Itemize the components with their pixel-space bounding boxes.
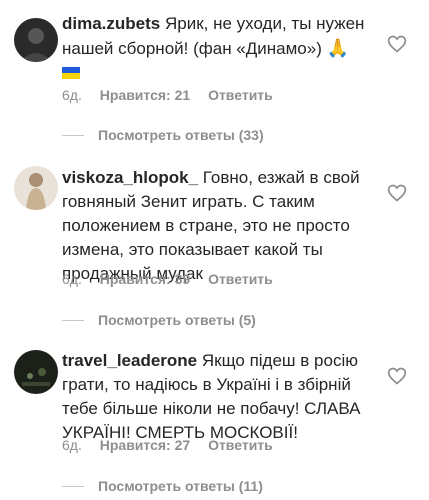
view-replies-label: Посмотреть ответы (5) [98, 312, 256, 328]
username[interactable]: dima.zubets [62, 14, 160, 33]
divider-line [62, 134, 84, 136]
comment-time: 6д. [62, 87, 82, 103]
comment-meta: 6д. Нравится: 27 Ответить [62, 437, 287, 453]
view-replies-button[interactable]: Посмотреть ответы (5) [62, 312, 256, 328]
reply-button[interactable]: Ответить [208, 87, 273, 103]
divider-line [62, 485, 84, 487]
view-replies-button[interactable]: Посмотреть ответы (33) [62, 127, 264, 143]
likes-count[interactable]: Нравится: 39 [100, 271, 190, 287]
avatar[interactable] [14, 166, 58, 210]
comment-text: travel_leaderone Якщо підеш в росію грат… [62, 349, 380, 445]
likes-count[interactable]: Нравится: 21 [100, 87, 190, 103]
reply-button[interactable]: Ответить [208, 437, 273, 453]
comment-text: viskoza_hlopok_ Говно, езжай в свой говн… [62, 166, 380, 286]
heart-icon[interactable] [387, 34, 407, 54]
username[interactable]: travel_leaderone [62, 351, 197, 370]
heart-icon[interactable] [387, 366, 407, 386]
view-replies-label: Посмотреть ответы (11) [98, 478, 263, 494]
heart-icon[interactable] [387, 183, 407, 203]
ukraine-flag-icon [62, 67, 80, 79]
divider-line [62, 319, 84, 321]
comment-meta: 6д. Нравится: 21 Ответить [62, 87, 287, 103]
view-replies-button[interactable]: Посмотреть ответы (11) [62, 478, 263, 494]
username[interactable]: viskoza_hlopok_ [62, 168, 198, 187]
avatar[interactable] [14, 350, 58, 394]
comment-time: 6д. [62, 271, 82, 287]
reply-button[interactable]: Ответить [208, 271, 273, 287]
likes-count[interactable]: Нравится: 27 [100, 437, 190, 453]
avatar[interactable] [14, 18, 58, 62]
comment-meta: 6д. Нравится: 39 Ответить [62, 271, 287, 287]
view-replies-label: Посмотреть ответы (33) [98, 127, 264, 143]
comment-text: dima.zubets Ярик, не уходи, ты нужен наш… [62, 12, 380, 85]
pray-emoji: 🙏 [326, 38, 350, 58]
comment-time: 6д. [62, 437, 82, 453]
